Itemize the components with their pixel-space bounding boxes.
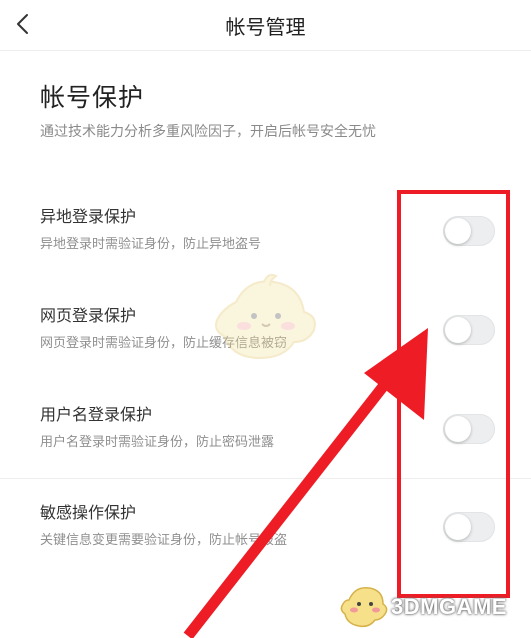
watermark-text: 3DMGAME <box>391 594 507 619</box>
mascot-logo-icon <box>340 587 388 628</box>
page-title: 帐号管理 <box>225 15 306 39</box>
setting-description: 异地登录时需验证身份，防止异地盗号 <box>40 237 262 252</box>
setting-title: 异地登录保护 <box>40 207 137 226</box>
section-title: 帐号保护 <box>40 83 145 112</box>
setting-title: 用户名登录保护 <box>40 405 153 424</box>
setting-title: 敏感操作保护 <box>40 503 137 522</box>
navigation-bar: 帐号管理 <box>0 0 531 51</box>
section-description: 通过技术能力分析多重风险因子，开启后帐号安全无忧 <box>40 124 376 140</box>
setting-title: 网页登录保护 <box>40 306 137 325</box>
watermark: 3DMGAME <box>333 582 528 632</box>
